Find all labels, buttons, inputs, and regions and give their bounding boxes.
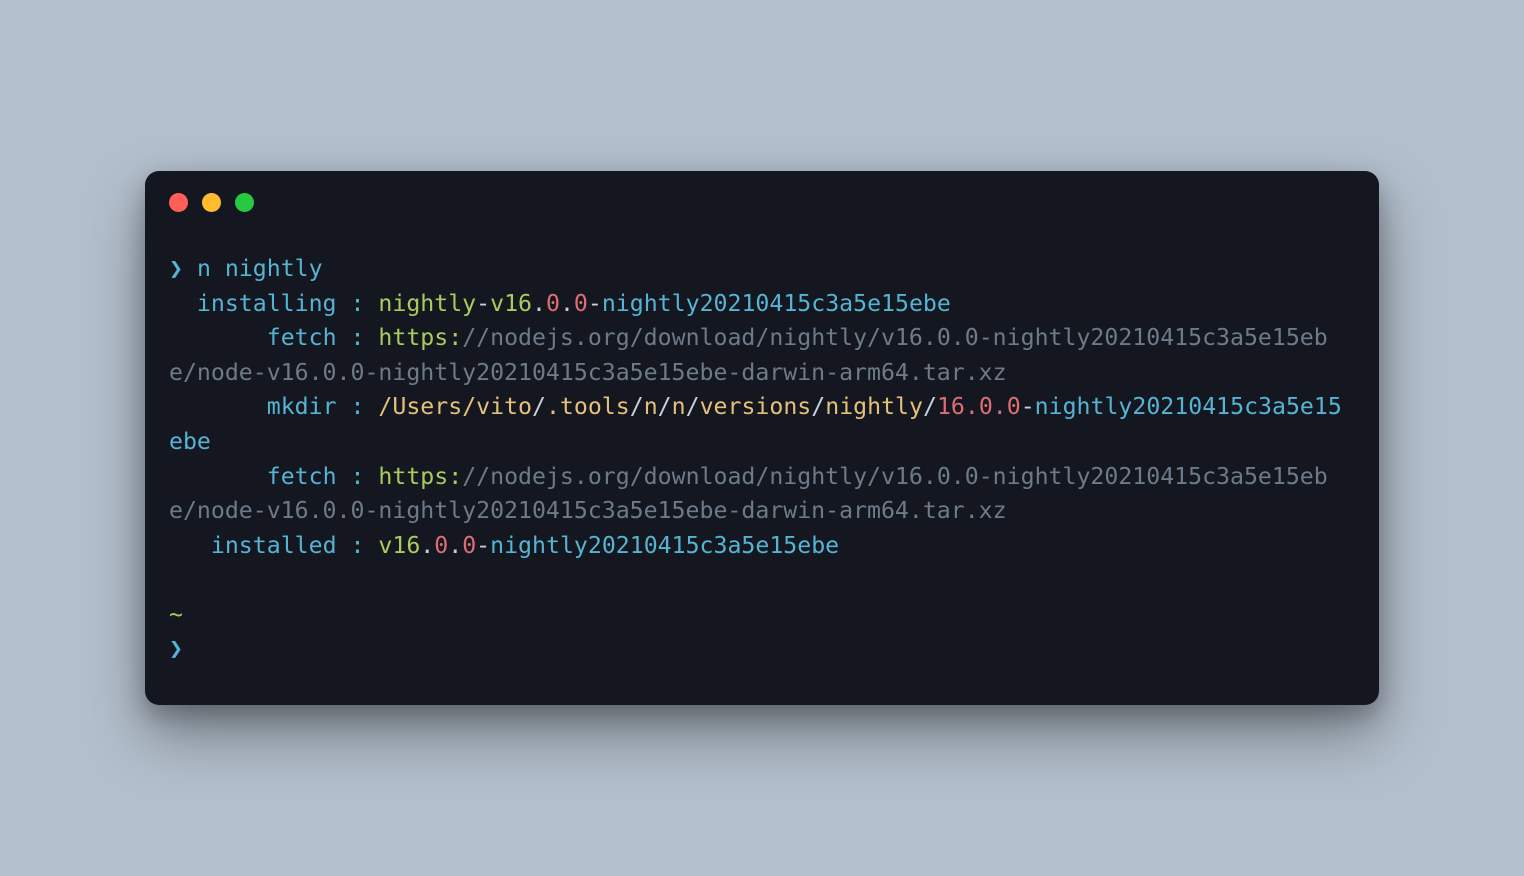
maximize-icon[interactable]: [235, 193, 254, 212]
dash: -: [588, 290, 602, 317]
path-seg: .tools: [546, 393, 630, 420]
terminal-content[interactable]: ❯ n nightly installing : nightly-v16.0.0…: [145, 224, 1379, 667]
path-seg: n: [672, 393, 686, 420]
dot: .: [560, 290, 574, 317]
installed-label: installed :: [169, 532, 364, 559]
slash: /: [923, 393, 937, 420]
url-protocol: https:: [364, 463, 462, 490]
slash: /: [811, 393, 825, 420]
mkdir-label: mkdir :: [169, 393, 364, 420]
fetch-label: fetch :: [169, 324, 364, 351]
installed-version-major: v16: [364, 532, 420, 559]
slash: /: [658, 393, 672, 420]
zero: 0: [462, 532, 476, 559]
prompt-glyph: ❯: [169, 255, 183, 282]
install-pkg: nightly: [364, 290, 476, 317]
path-version: 16.0.0: [937, 393, 1021, 420]
install-label: installing :: [169, 290, 364, 317]
slash: /: [686, 393, 700, 420]
prompt-glyph: ❯: [169, 635, 183, 662]
slash: /: [630, 393, 644, 420]
spacer: [183, 255, 197, 282]
zero: 0: [546, 290, 560, 317]
terminal-window: ❯ n nightly installing : nightly-v16.0.0…: [145, 171, 1379, 705]
dot: .: [532, 290, 546, 317]
path-seg: /Users/vito: [364, 393, 532, 420]
dash: -: [476, 290, 490, 317]
dot: .: [420, 532, 434, 559]
install-version-major: v16: [490, 290, 532, 317]
installed-build: nightly20210415c3a5e15ebe: [490, 532, 839, 559]
window-titlebar: [145, 171, 1379, 224]
dash: -: [1021, 393, 1035, 420]
cwd-tilde: ~: [169, 601, 183, 628]
close-icon[interactable]: [169, 193, 188, 212]
zero: 0: [434, 532, 448, 559]
dot: .: [448, 532, 462, 559]
url-protocol: https:: [364, 324, 462, 351]
path-seg: nightly: [825, 393, 923, 420]
fetch-label: fetch :: [169, 463, 364, 490]
install-build: nightly20210415c3a5e15ebe: [602, 290, 951, 317]
command-text: n nightly: [197, 255, 323, 282]
slash: /: [532, 393, 546, 420]
zero: 0: [574, 290, 588, 317]
minimize-icon[interactable]: [202, 193, 221, 212]
path-seg: versions: [700, 393, 812, 420]
dash: -: [476, 532, 490, 559]
path-seg: n: [644, 393, 658, 420]
